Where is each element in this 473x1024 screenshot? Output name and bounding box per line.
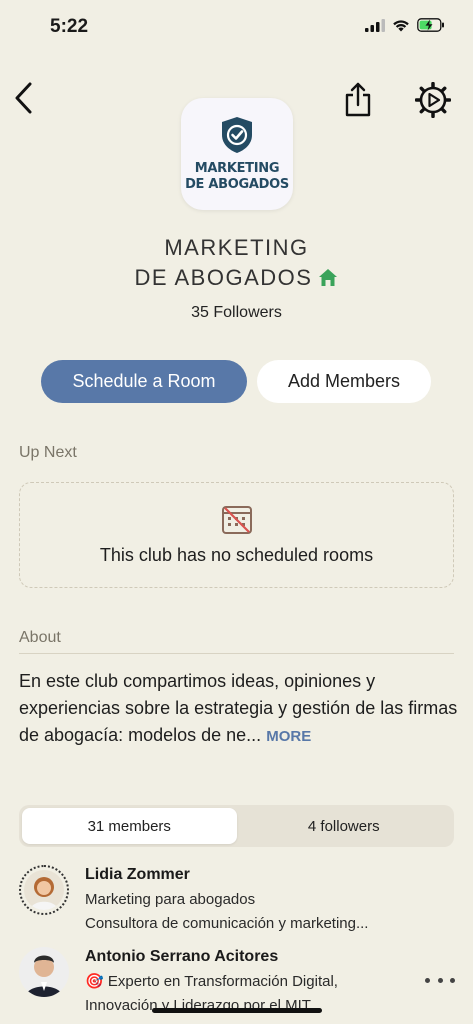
tab-followers[interactable]: 4 followers [237,808,452,844]
member-name: Lidia Zommer [85,866,190,883]
more-link[interactable]: MORE [266,728,311,745]
calendar-off-icon [221,505,252,534]
about-label: About [19,629,61,646]
no-rooms-text: This club has no scheduled rooms [99,544,374,565]
club-logo: MARKETING DE ABOGADOS [181,98,293,210]
schedule-room-button[interactable]: Schedule a Room [41,360,247,403]
gear-icon [415,82,451,118]
member-row[interactable]: Antonio Serrano Acitores 🎯 Experto en Tr… [19,944,459,1014]
club-title-line1: MARKETING [164,235,309,260]
about-description: En este club compartimos ideas, opinione… [19,671,458,745]
followers-count[interactable]: 35 Followers [0,304,473,322]
member-info: Lidia Zommer Marketing para abogados Con… [85,862,435,936]
member-info: Antonio Serrano Acitores 🎯 Experto en Tr… [85,944,435,1018]
avatar-photo-icon [24,870,64,910]
member-bio-line: 🎯 Experto en Transformación Digital, [85,973,338,990]
club-title: MARKETING DE ABOGADOS [0,233,473,295]
member-bio-line: Consultora de comunicación y marketing..… [85,915,369,932]
dot-icon [437,977,443,983]
signal-icon [365,18,385,32]
logo-text-line2: DE ABOGADOS [185,177,289,192]
logo-text: MARKETING DE ABOGADOS [185,161,289,193]
shield-check-icon [222,117,252,153]
add-members-button[interactable]: Add Members [257,360,431,403]
share-icon [345,82,371,117]
member-bio-line: Marketing para abogados [85,891,256,908]
member-bio-line: Innovación y Liderazgo por el MIT... [85,997,322,1014]
avatar[interactable] [19,947,69,997]
share-button[interactable] [340,78,376,120]
chevron-left-icon [15,82,32,114]
about-text: En este club compartimos ideas, opinione… [19,668,459,750]
back-button[interactable] [6,78,40,118]
avatar-photo-icon [19,947,69,997]
members-followers-tabs: 31 members 4 followers [19,805,454,847]
member-name: Antonio Serrano Acitores [85,948,279,965]
wifi-icon [393,19,409,31]
dot-icon [450,977,455,983]
status-bar: 5:22 [0,0,473,54]
home-icon [318,265,338,295]
more-options-button[interactable] [425,970,455,990]
dot-icon [425,977,430,983]
club-title-line2: DE ABOGADOS [134,265,313,290]
scheduled-rooms-empty-state: This club has no scheduled rooms [19,482,454,588]
status-icons [365,18,445,32]
about-divider [19,653,454,654]
member-row[interactable]: Lidia Zommer Marketing para abogados Con… [19,862,459,932]
home-indicator[interactable] [152,1008,322,1013]
up-next-label: Up Next [19,444,77,461]
logo-text-line1: MARKETING [194,161,280,176]
tab-members[interactable]: 31 members [22,808,237,844]
battery-charging-icon [417,18,444,32]
club-title-line2-wrap: DE ABOGADOS [0,263,473,295]
status-time: 5:22 [50,16,89,37]
avatar[interactable] [19,865,69,915]
settings-button[interactable] [413,80,453,120]
